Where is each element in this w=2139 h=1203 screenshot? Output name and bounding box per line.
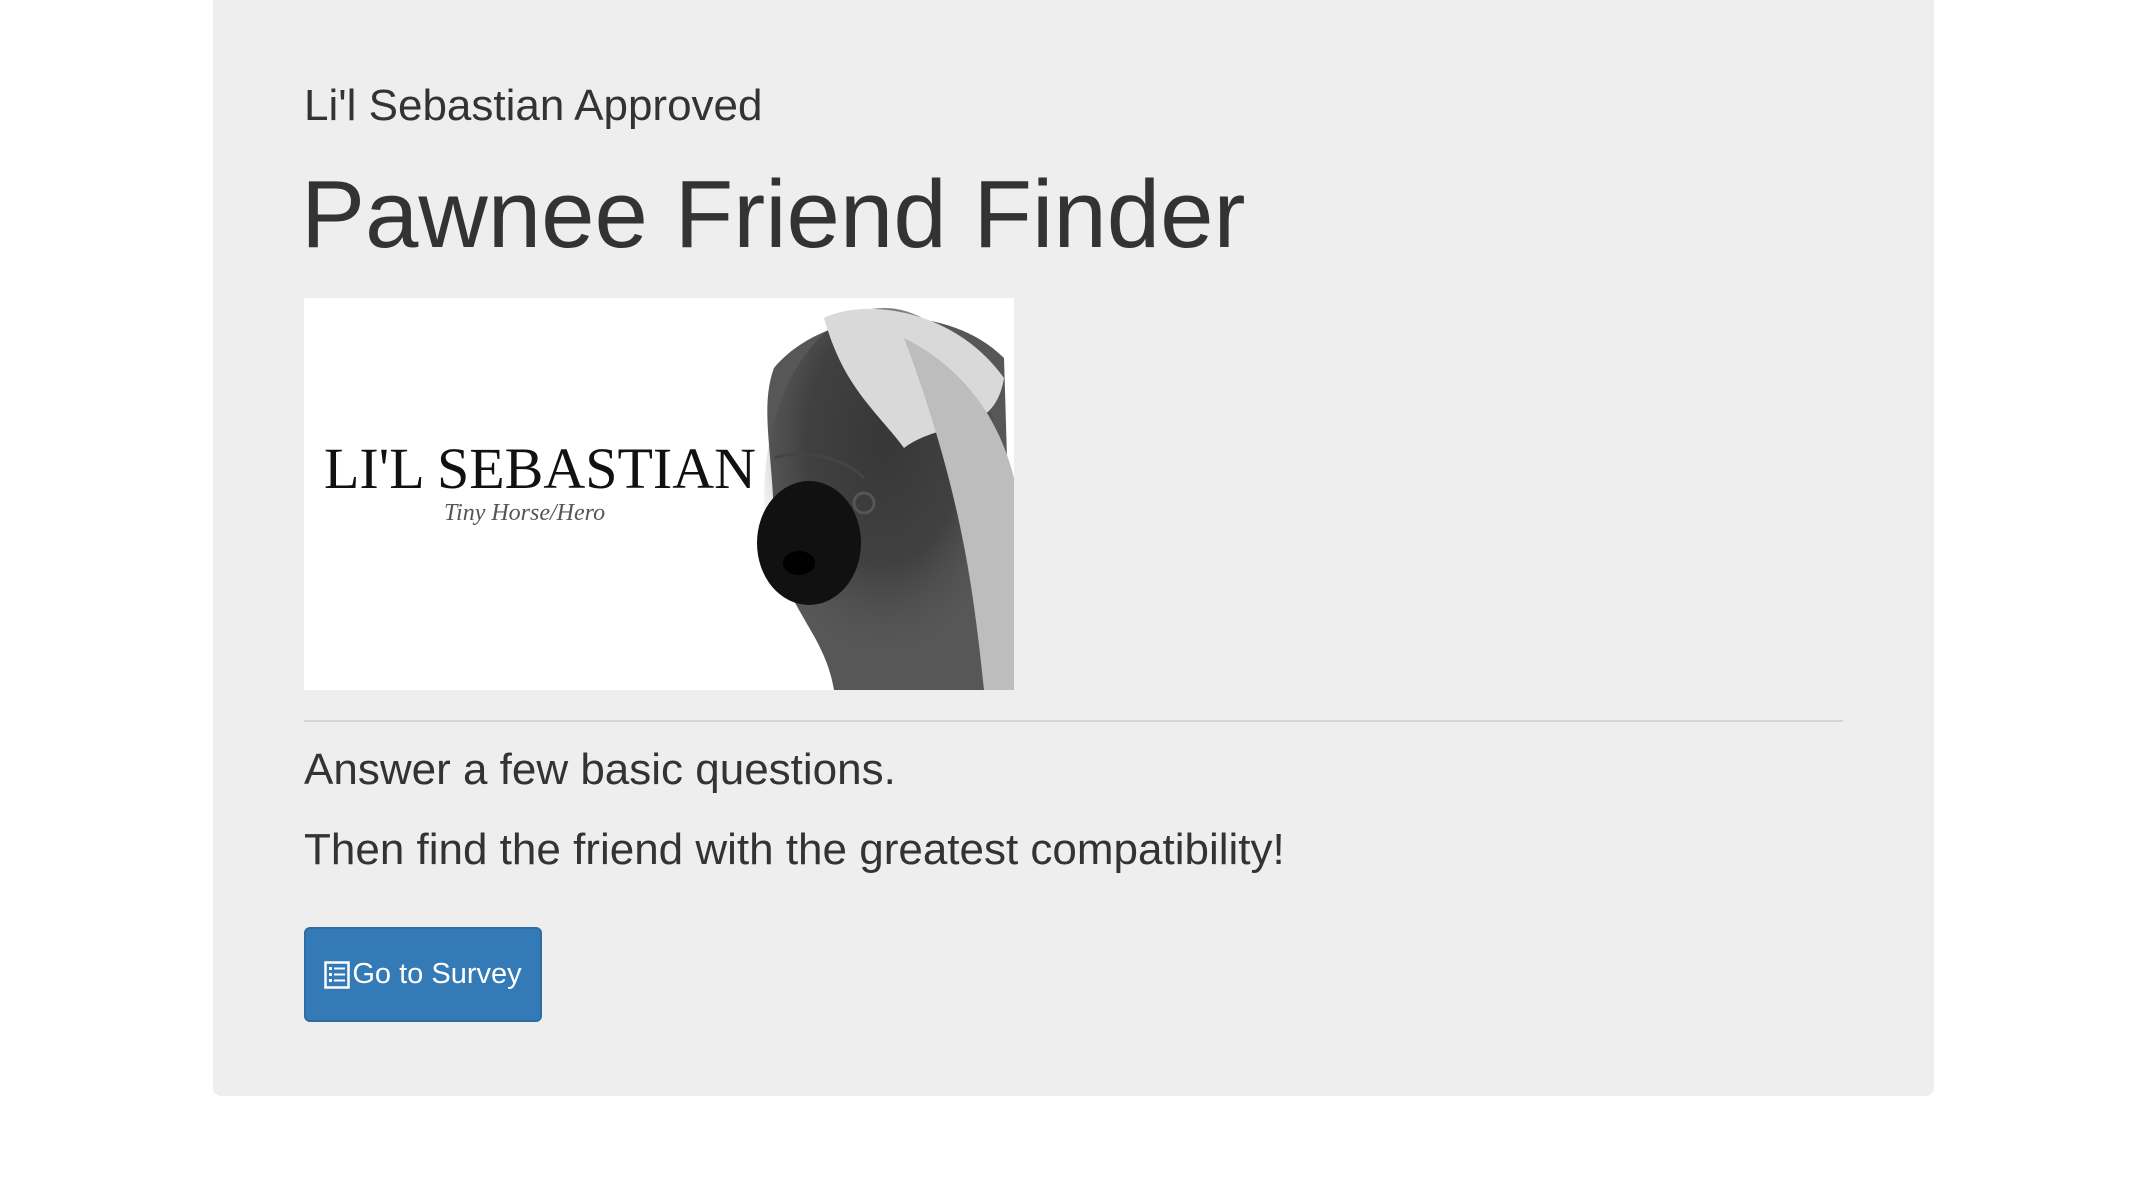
lil-sebastian-image: LI'L SEBASTIAN Tiny Horse/Hero — [304, 298, 1014, 690]
eyebrow-heading: Li'l Sebastian Approved — [304, 81, 763, 130]
jumbotron: Li'l Sebastian Approved Pawnee Friend Fi… — [213, 0, 1934, 1096]
list-alt-icon — [324, 960, 351, 989]
go-to-survey-label: Go to Survey — [352, 958, 522, 990]
intro-line-2: Then find the friend with the greatest c… — [304, 825, 1285, 874]
divider — [304, 720, 1843, 722]
logo-title-text: LI'L SEBASTIAN — [324, 436, 756, 501]
intro-line-1: Answer a few basic questions. — [304, 745, 896, 794]
go-to-survey-button[interactable]: Go to Survey — [304, 927, 542, 1022]
logo-subtitle-text: Tiny Horse/Hero — [444, 500, 605, 526]
page-title: Pawnee Friend Finder — [301, 161, 1246, 268]
